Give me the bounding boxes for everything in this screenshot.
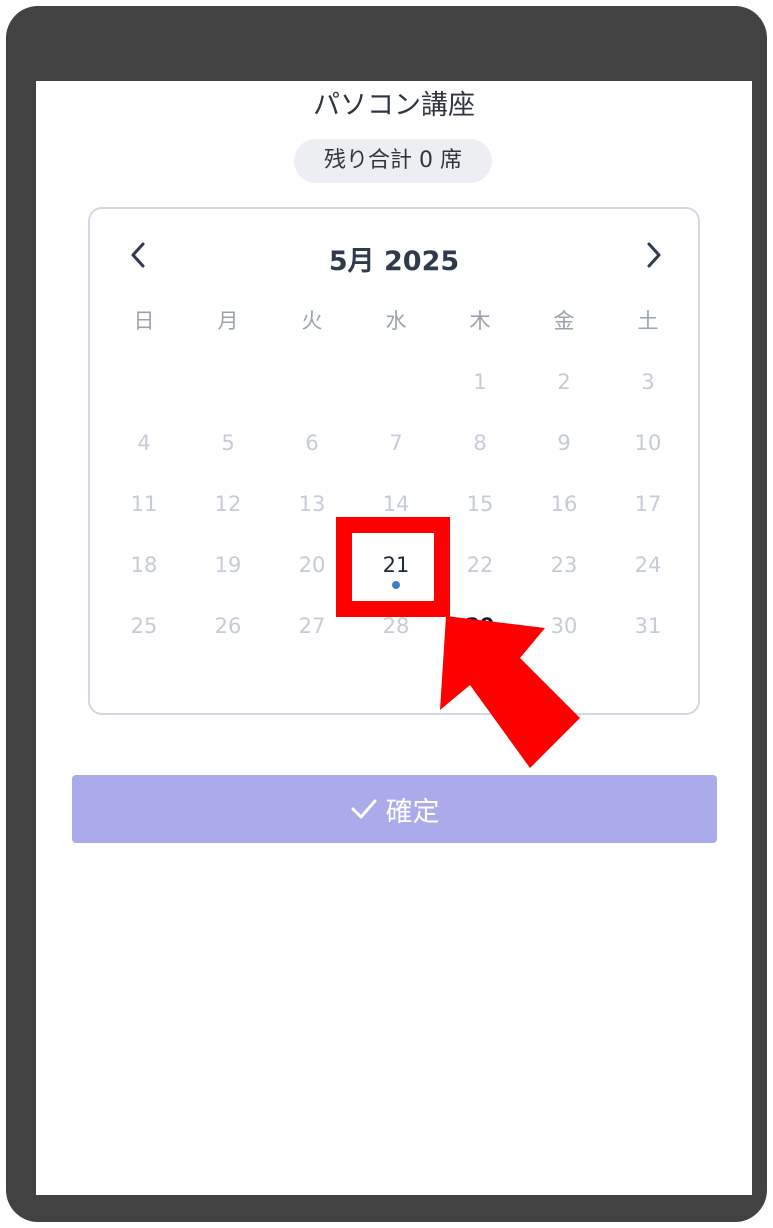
pointer-arrow-annotation: [440, 616, 580, 768]
